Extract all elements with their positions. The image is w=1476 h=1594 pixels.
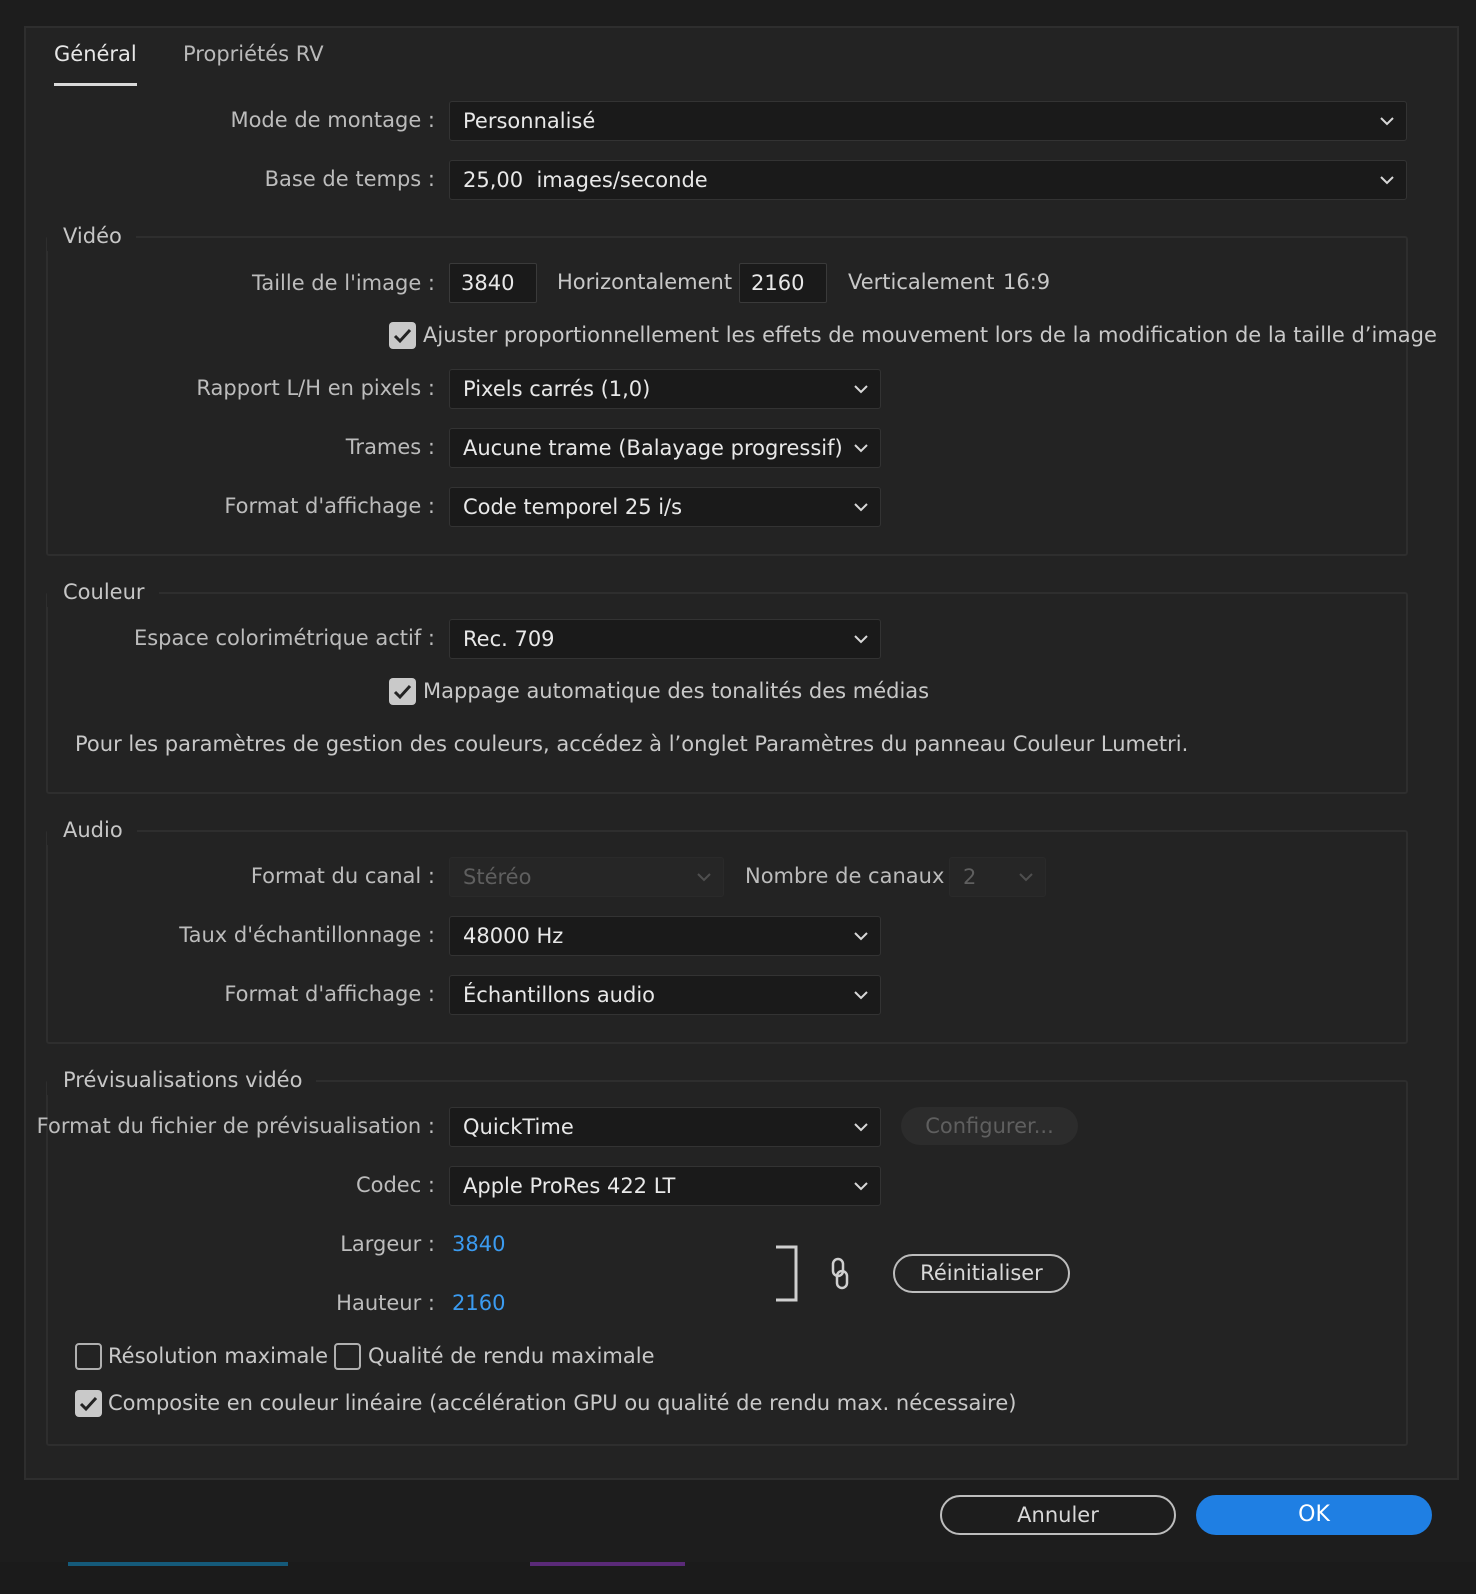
video-section-title: Vidéo xyxy=(47,221,136,251)
chevron-down-icon xyxy=(1378,171,1396,189)
channel-format-value: Stéréo xyxy=(463,865,532,889)
tab-general[interactable]: Général xyxy=(54,42,137,86)
working-space-select[interactable]: Rec. 709 xyxy=(449,619,881,659)
linear-color-checkbox[interactable] xyxy=(75,1390,102,1417)
chevron-down-icon xyxy=(852,380,870,398)
editing-mode-label: Mode de montage : xyxy=(230,108,435,132)
timebase-value: 25,00 images/seconde xyxy=(463,168,708,192)
max-render-quality-label: Qualité de rendu maximale xyxy=(368,1344,655,1368)
linear-color-label: Composite en couleur linéaire (accélérat… xyxy=(108,1391,1017,1415)
chevron-down-icon xyxy=(852,986,870,1004)
video-display-format-value: Code temporel 25 i/s xyxy=(463,495,683,519)
background-track-blue xyxy=(68,1562,288,1566)
timebase-label: Base de temps : xyxy=(264,167,435,191)
chevron-down-icon xyxy=(852,630,870,648)
frame-size-label: Taille de l'image : xyxy=(251,271,435,295)
chevron-down-icon xyxy=(852,498,870,516)
editing-mode-value: Personnalisé xyxy=(463,109,596,133)
chevron-down-icon xyxy=(695,868,713,886)
preview-width-value[interactable]: 3840 xyxy=(452,1225,505,1263)
preview-file-format-value: QuickTime xyxy=(463,1115,574,1139)
editing-mode-select[interactable]: Personnalisé xyxy=(449,101,1407,141)
checkmark-icon xyxy=(393,328,412,344)
preview-file-format-label: Format du fichier de prévisualisation : xyxy=(36,1114,435,1138)
frame-height-input[interactable]: 2160 xyxy=(739,263,827,303)
color-info-text: Pour les paramètres de gestion des coule… xyxy=(75,732,1189,756)
link-chain-icon[interactable] xyxy=(829,1257,851,1291)
chevron-down-icon xyxy=(852,439,870,457)
aspect-ratio-text: 16:9 xyxy=(1003,270,1051,294)
background-window-strip xyxy=(0,1562,1476,1594)
cancel-button[interactable]: Annuler xyxy=(940,1495,1176,1535)
sample-rate-select[interactable]: 48000 Hz xyxy=(449,916,881,956)
channel-count-select[interactable]: 2 xyxy=(949,857,1046,897)
checkmark-icon xyxy=(393,684,412,700)
frame-width-input[interactable]: 3840 xyxy=(449,263,537,303)
configure-button[interactable]: Configurer... xyxy=(901,1107,1078,1145)
audio-section-title: Audio xyxy=(47,815,137,845)
chevron-down-icon xyxy=(852,1177,870,1195)
scale-motion-label: Ajuster proportionnellement les effets d… xyxy=(423,323,1437,347)
audio-display-format-select[interactable]: Échantillons audio xyxy=(449,975,881,1015)
channel-count-value: 2 xyxy=(963,865,977,889)
tab-vr-properties-label: Propriétés RV xyxy=(183,42,324,66)
pixel-aspect-select[interactable]: Pixels carrés (1,0) xyxy=(449,369,881,409)
preview-height-value[interactable]: 2160 xyxy=(452,1284,505,1322)
preview-height-label: Hauteur : xyxy=(336,1291,435,1315)
auto-tone-map-label: Mappage automatique des tonalités des mé… xyxy=(423,679,930,703)
pixel-aspect-value: Pixels carrés (1,0) xyxy=(463,377,651,401)
video-previews-section-title: Prévisualisations vidéo xyxy=(47,1065,317,1095)
channel-count-label: Nombre de canaux : xyxy=(745,864,959,888)
channel-format-select[interactable]: Stéréo xyxy=(449,857,724,897)
color-section-title: Couleur xyxy=(47,577,159,607)
sample-rate-label: Taux d'échantillonnage : xyxy=(179,923,435,947)
preview-width-label: Largeur : xyxy=(340,1232,435,1256)
video-display-format-label: Format d'affichage : xyxy=(224,494,435,518)
max-render-quality-checkbox[interactable] xyxy=(334,1343,361,1370)
working-space-label: Espace colorimétrique actif : xyxy=(133,626,435,650)
fields-select[interactable]: Aucune trame (Balayage progressif) xyxy=(449,428,881,468)
chevron-down-icon xyxy=(1378,112,1396,130)
codec-value: Apple ProRes 422 LT xyxy=(463,1174,676,1198)
ok-button[interactable]: OK xyxy=(1196,1495,1432,1535)
channel-format-label: Format du canal : xyxy=(250,864,435,888)
codec-label: Codec : xyxy=(355,1173,435,1197)
audio-display-format-label: Format d'affichage : xyxy=(224,982,435,1006)
max-bit-depth-checkbox[interactable] xyxy=(75,1343,102,1370)
scale-motion-checkbox[interactable] xyxy=(389,322,416,349)
video-display-format-select[interactable]: Code temporel 25 i/s xyxy=(449,487,881,527)
pixel-aspect-label: Rapport L/H en pixels : xyxy=(196,376,435,400)
fields-label: Trames : xyxy=(345,435,435,459)
horizontal-label: Horizontalement xyxy=(557,270,733,294)
chevron-down-icon xyxy=(852,927,870,945)
tab-vr-properties[interactable]: Propriétés RV xyxy=(183,42,324,86)
background-track-purple xyxy=(530,1562,685,1566)
fields-value: Aucune trame (Balayage progressif) xyxy=(463,436,843,460)
sample-rate-value: 48000 Hz xyxy=(463,924,564,948)
tab-general-label: Général xyxy=(54,42,137,66)
chevron-down-icon xyxy=(852,1118,870,1136)
audio-display-format-value: Échantillons audio xyxy=(463,983,656,1007)
link-bracket-icon xyxy=(776,1245,798,1302)
auto-tone-map-checkbox[interactable] xyxy=(389,678,416,705)
max-bit-depth-label: Résolution maximale xyxy=(108,1344,329,1368)
working-space-value: Rec. 709 xyxy=(463,627,555,651)
vertical-label: Verticalement xyxy=(848,270,995,294)
sequence-settings-dialog: Général Propriétés RV Mode de montage : … xyxy=(24,26,1459,1480)
checkmark-icon xyxy=(79,1396,98,1412)
chevron-down-icon xyxy=(1017,868,1035,886)
reset-button[interactable]: Réinitialiser xyxy=(893,1254,1070,1293)
preview-file-format-select[interactable]: QuickTime xyxy=(449,1107,881,1147)
timebase-select[interactable]: 25,00 images/seconde xyxy=(449,160,1407,200)
codec-select[interactable]: Apple ProRes 422 LT xyxy=(449,1166,881,1206)
